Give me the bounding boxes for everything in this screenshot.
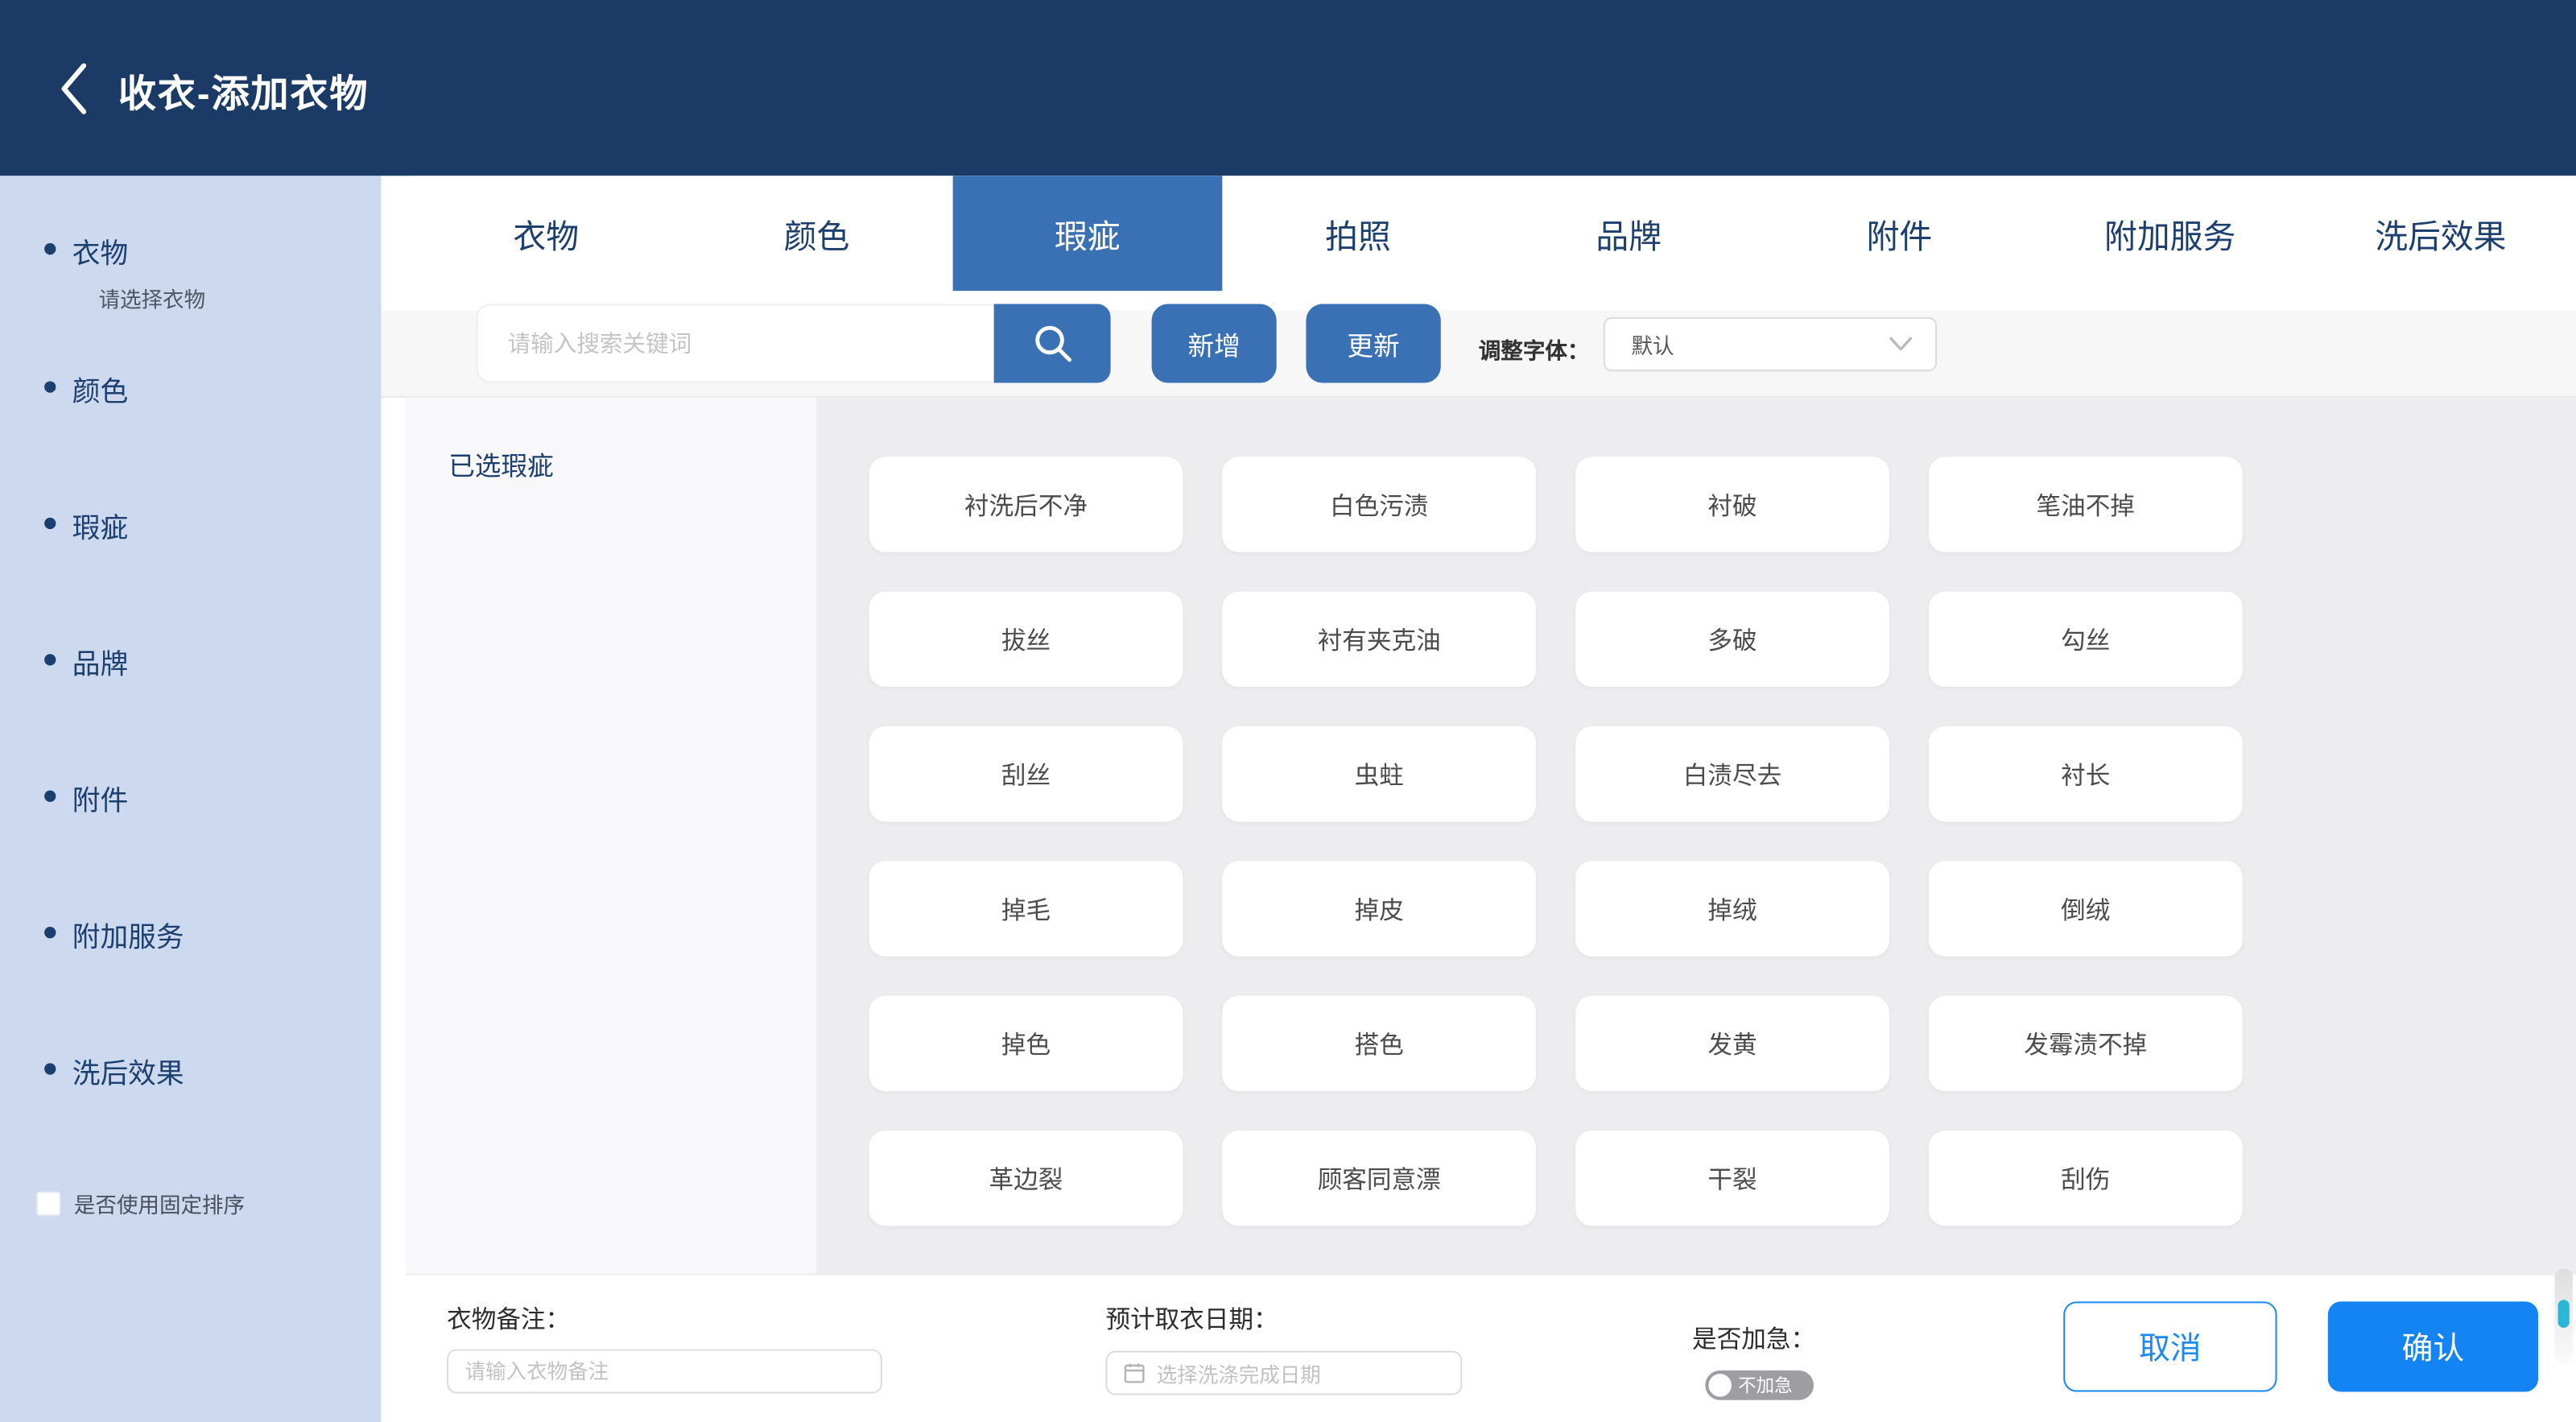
tab-item[interactable]: 颜色: [681, 176, 952, 291]
defect-button[interactable]: 干裂: [1575, 1131, 1889, 1226]
sidebar-item-label: 附件: [72, 777, 128, 818]
defect-button[interactable]: 拔丝: [869, 592, 1183, 687]
search-box: [477, 304, 1111, 383]
defect-button[interactable]: 衬长: [1929, 726, 2243, 821]
sidebar-item[interactable]: 洗后效果: [0, 1050, 381, 1089]
sidebar-item[interactable]: 品牌: [0, 641, 381, 680]
pickup-date-input[interactable]: 选择洗涤完成日期: [1105, 1351, 1462, 1395]
defect-button[interactable]: 衬洗后不净: [869, 457, 1183, 552]
sidebar-item[interactable]: 颜色: [0, 368, 381, 407]
bullet-icon: [44, 1063, 56, 1074]
defect-button[interactable]: 掉绒: [1575, 861, 1889, 956]
tab-item[interactable]: 附加服务: [2035, 176, 2306, 291]
defect-list-area: 衬洗后不净白色污渍衬破笔油不掉拔丝衬有夹克油多破勾丝刮丝虫蛀白渍尽去衬长掉毛掉皮…: [816, 398, 2576, 1274]
tab-item[interactable]: 附件: [1764, 176, 2034, 291]
chevron-down-icon: [1889, 337, 1913, 351]
sidebar-item[interactable]: 瑕疵: [0, 505, 381, 544]
bullet-icon: [44, 518, 56, 529]
tab-item[interactable]: 瑕疵: [952, 176, 1223, 291]
defect-button[interactable]: 掉色: [869, 996, 1183, 1091]
urgent-toggle-text: 不加急: [1738, 1372, 1792, 1399]
defect-button[interactable]: 衬有夹克油: [1222, 592, 1536, 687]
tab-bar: 衣物颜色瑕疵拍照品牌附件附加服务洗后效果: [411, 176, 2576, 310]
bullet-icon: [44, 927, 56, 938]
defect-button[interactable]: 搭色: [1222, 996, 1536, 1091]
defect-button[interactable]: 笔油不掉: [1929, 457, 2243, 552]
defect-button[interactable]: 衬破: [1575, 457, 1889, 552]
confirm-button[interactable]: 确认: [2328, 1301, 2538, 1391]
selected-defects-title: 已选瑕疵: [448, 444, 554, 483]
defect-button[interactable]: 白渍尽去: [1575, 726, 1889, 821]
scrollbar-thumb[interactable]: [2558, 1300, 2570, 1328]
font-select-value: 默认: [1632, 329, 1889, 360]
bullet-icon: [44, 654, 56, 665]
tab-item[interactable]: 衣物: [411, 176, 681, 291]
defect-button[interactable]: 发黄: [1575, 996, 1889, 1091]
sidebar-item-label: 瑕疵: [72, 505, 128, 546]
pickup-date-label: 预计取衣日期：: [1105, 1301, 1278, 1336]
search-icon: [1031, 322, 1074, 365]
toggle-knob: [1708, 1374, 1732, 1397]
selected-defects-panel: 已选瑕疵: [406, 398, 816, 1274]
remark-label: 衣物备注：: [447, 1301, 570, 1336]
sidebar-item[interactable]: 附件: [0, 777, 381, 816]
bullet-icon: [44, 791, 56, 802]
calendar-icon: [1124, 1362, 1146, 1384]
sidebar: 衣物请选择衣物颜色瑕疵品牌附件附加服务洗后效果 是否使用固定排序: [0, 176, 381, 1422]
search-button[interactable]: [994, 304, 1111, 383]
defect-button[interactable]: 倒绒: [1929, 861, 2243, 956]
back-button[interactable]: [46, 59, 101, 118]
bullet-icon: [44, 243, 56, 254]
defect-button[interactable]: 发霉渍不掉: [1929, 996, 2243, 1091]
sidebar-item[interactable]: 附加服务: [0, 914, 381, 953]
bullet-icon: [44, 381, 56, 392]
search-input[interactable]: [477, 304, 994, 383]
app-window: 收衣-添加衣物 衣物请选择衣物颜色瑕疵品牌附件附加服务洗后效果 是否使用固定排序…: [0, 0, 2576, 1422]
app-header: 收衣-添加衣物: [0, 0, 2576, 176]
urgent-label: 是否加急：: [1692, 1321, 1815, 1356]
sidebar-item-note: 请选择衣物: [98, 283, 205, 314]
sidebar-item[interactable]: 衣物: [0, 230, 381, 270]
defect-button[interactable]: 刮丝: [869, 726, 1183, 821]
defect-button[interactable]: 虫蛀: [1222, 726, 1536, 821]
urgent-toggle[interactable]: 不加急: [1705, 1370, 1814, 1400]
tab-item[interactable]: 品牌: [1493, 176, 1764, 291]
tab-item[interactable]: 洗后效果: [2306, 176, 2576, 291]
cancel-button[interactable]: 取消: [2063, 1301, 2277, 1391]
sidebar-item-label: 洗后效果: [72, 1050, 184, 1091]
font-adjust-label: 调整字体：: [1479, 332, 1590, 365]
defect-button[interactable]: 革边裂: [869, 1131, 1183, 1226]
remark-input[interactable]: [447, 1349, 882, 1393]
defect-button[interactable]: 掉皮: [1222, 861, 1536, 956]
pickup-date-placeholder: 选择洗涤完成日期: [1157, 1358, 1321, 1389]
defect-button[interactable]: 白色污渍: [1222, 457, 1536, 552]
defect-button[interactable]: 掉毛: [869, 861, 1183, 956]
page-title: 收衣-添加衣物: [118, 63, 369, 118]
defect-button[interactable]: 顾客同意漂: [1222, 1131, 1536, 1226]
add-button[interactable]: 新增: [1152, 304, 1277, 383]
chevron-left-icon: [57, 61, 90, 117]
tab-item[interactable]: 拍照: [1223, 176, 1493, 291]
font-select[interactable]: 默认: [1604, 317, 1937, 371]
update-button[interactable]: 更新: [1306, 304, 1440, 383]
defect-button[interactable]: 勾丝: [1929, 592, 2243, 687]
sidebar-item-label: 衣物: [72, 230, 128, 271]
sidebar-item-label: 附加服务: [72, 914, 184, 955]
defect-button[interactable]: 多破: [1575, 592, 1889, 687]
fixed-sort-row: 是否使用固定排序: [36, 1188, 245, 1219]
sidebar-item-label: 颜色: [72, 368, 128, 409]
sidebar-item-label: 品牌: [72, 641, 128, 682]
footer-bar: 衣物备注： 预计取衣日期： 选择洗涤完成日期 是否加急： 不加急 取消 确认: [406, 1274, 2576, 1422]
defect-button[interactable]: 刮伤: [1929, 1131, 2243, 1226]
main-content: 衣物颜色瑕疵拍照品牌附件附加服务洗后效果 新增 更新 调整字体： 默认 已选瑕疵…: [381, 176, 2576, 1422]
fixed-sort-label: 是否使用固定排序: [74, 1188, 245, 1219]
fixed-sort-checkbox[interactable]: [36, 1192, 61, 1217]
defect-grid: 衬洗后不净白色污渍衬破笔油不掉拔丝衬有夹克油多破勾丝刮丝虫蛀白渍尽去衬长掉毛掉皮…: [869, 457, 2243, 1226]
